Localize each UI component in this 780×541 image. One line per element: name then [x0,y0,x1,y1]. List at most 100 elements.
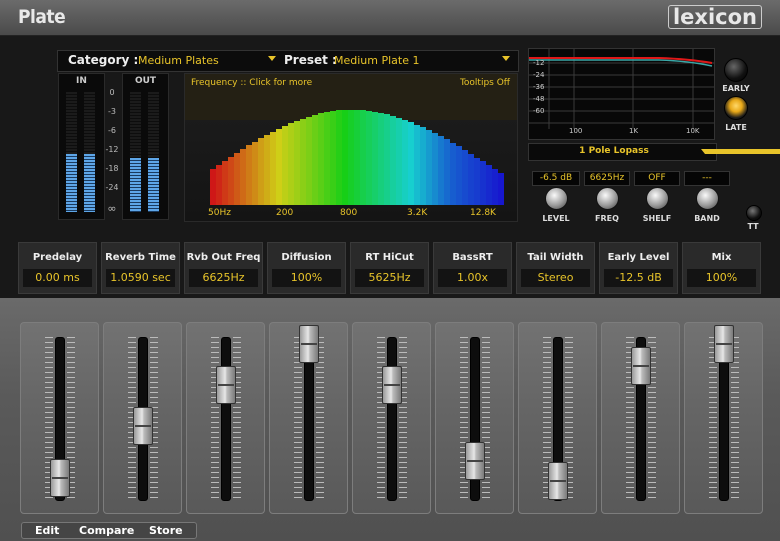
filter-chevron-down-icon[interactable] [701,149,780,154]
level-value: -6.5 dB [532,171,580,186]
eq-graph[interactable]: -12 -24 -36 -48 -60 100 1K 10K [528,48,715,140]
freq-knob[interactable] [596,187,619,210]
tt-button[interactable] [746,205,762,221]
fader-tail-width[interactable] [548,462,568,501]
tt-label: TT [747,222,759,231]
spectrum-bar [252,141,258,205]
lexicon-logo: lexicon [667,5,762,29]
shelf-value: OFF [634,171,680,186]
spectrum-bar [222,160,228,205]
band-label: BAND [694,214,720,223]
late-button[interactable] [724,96,748,120]
spectrum-bar [408,122,414,205]
level-label: LEVEL [542,214,570,223]
store-button[interactable]: Store [149,523,183,538]
category-chevron-down-icon[interactable] [268,56,276,61]
param-predelay[interactable]: Predelay 0.00 ms [18,242,97,294]
fader-rt-hicut[interactable] [382,365,402,404]
spectrum-bar [438,136,444,205]
spectrum-bar [264,134,270,205]
spectrum-bar [456,146,462,205]
freq-label: FREQ [595,214,619,223]
compare-button[interactable]: Compare [79,523,134,538]
category-dropdown[interactable]: Medium Plates [138,54,219,67]
frequency-header[interactable]: Frequency :: Click for more [191,78,312,88]
spectrum-bar [234,152,240,205]
spectrum-bar [378,113,384,205]
param-reverb-time[interactable]: Reverb Time 1.0590 sec [101,242,180,294]
input-meter: IN [58,73,105,220]
fader-section [0,298,780,541]
spectrum-bar [288,123,294,205]
fader-rvb-out-freq[interactable] [216,365,236,404]
spectrum-bar [486,165,492,205]
fader-predelay[interactable] [50,459,70,498]
spectrum-bar [300,118,306,205]
spectrum-bar [468,153,474,205]
edit-button[interactable]: Edit [35,523,59,538]
output-meter: OUT [122,73,169,220]
late-label: LATE [725,123,747,132]
fader-strip-early-level [601,322,680,514]
fader-strip-rt-hicut [352,322,431,514]
fader-strip-rvb-out-freq [186,322,265,514]
footer-bar: Edit Compare Store [21,522,197,539]
output-meter-label: OUT [134,76,157,86]
spectrum-bar [216,164,222,205]
plate-plugin-window: Plate lexicon Category : Medium Plates P… [0,0,780,541]
param-tail-width[interactable]: Tail Width Stereo [516,242,595,294]
spectrum-bar [318,113,324,205]
spectrum-bar [384,114,390,205]
input-meter-label: IN [76,76,87,86]
spectrum-bar [228,156,234,205]
preset-chevron-down-icon[interactable] [502,56,510,61]
filter-type-dropdown[interactable]: 1 Pole Lopass [528,143,780,161]
fader-strip-bassrt [435,322,514,514]
fader-diffusion[interactable] [299,325,319,363]
spectrum-bar [330,110,336,205]
spectrum-bar [432,133,438,205]
spectrum-bar [324,111,330,205]
fader-mix[interactable] [714,325,734,363]
preset-dropdown[interactable]: Medium Plate 1 [334,54,420,67]
frequency-display[interactable]: Frequency :: Click for more Tooltips Off… [184,73,518,222]
tooltips-toggle[interactable]: Tooltips Off [460,78,510,88]
output-meter-left [130,92,141,212]
fader-strip-diffusion [269,322,348,514]
param-bassrt[interactable]: BassRT 1.00x [433,242,512,294]
level-knob[interactable] [545,187,568,210]
spectrum-bar [372,111,378,205]
band-knob[interactable] [696,187,719,210]
spectrum-bar [390,116,396,205]
spectrum-bar [258,138,264,205]
param-mix[interactable]: Mix 100% [682,242,761,294]
spectrum-bar [210,168,216,205]
spectrum-bar [444,139,450,205]
spectrum-bar [366,110,372,205]
fader-bassrt[interactable] [465,441,485,480]
fader-early-level[interactable] [631,346,651,385]
fader-strip-tail-width [518,322,597,514]
fader-strip-reverb-time [103,322,182,514]
param-rvb-out-freq[interactable]: Rvb Out Freq 6625Hz [184,242,263,294]
spectrum-bar [348,109,354,205]
fader-reverb-time[interactable] [133,406,153,445]
fader-track [221,337,231,501]
spectrum-bar [414,124,420,205]
param-early-level[interactable]: Early Level -12.5 dB [599,242,678,294]
early-button[interactable] [724,58,748,82]
plugin-title: Plate [18,6,66,28]
spectrum-bar [312,114,318,205]
preset-label: Preset : [284,53,337,67]
spectrum-bar [294,120,300,205]
shelf-label: SHELF [642,214,672,223]
spectrum-bar [492,169,498,205]
param-rt-hicut[interactable]: RT HiCut 5625Hz [350,242,429,294]
category-label: Category : [68,53,139,67]
fader-strip-predelay [20,322,99,514]
spectrum-bar [396,117,402,205]
spectrum-bar [336,109,342,205]
spectrum-bar [342,109,348,205]
shelf-knob[interactable] [646,187,669,210]
param-diffusion[interactable]: Diffusion 100% [267,242,346,294]
